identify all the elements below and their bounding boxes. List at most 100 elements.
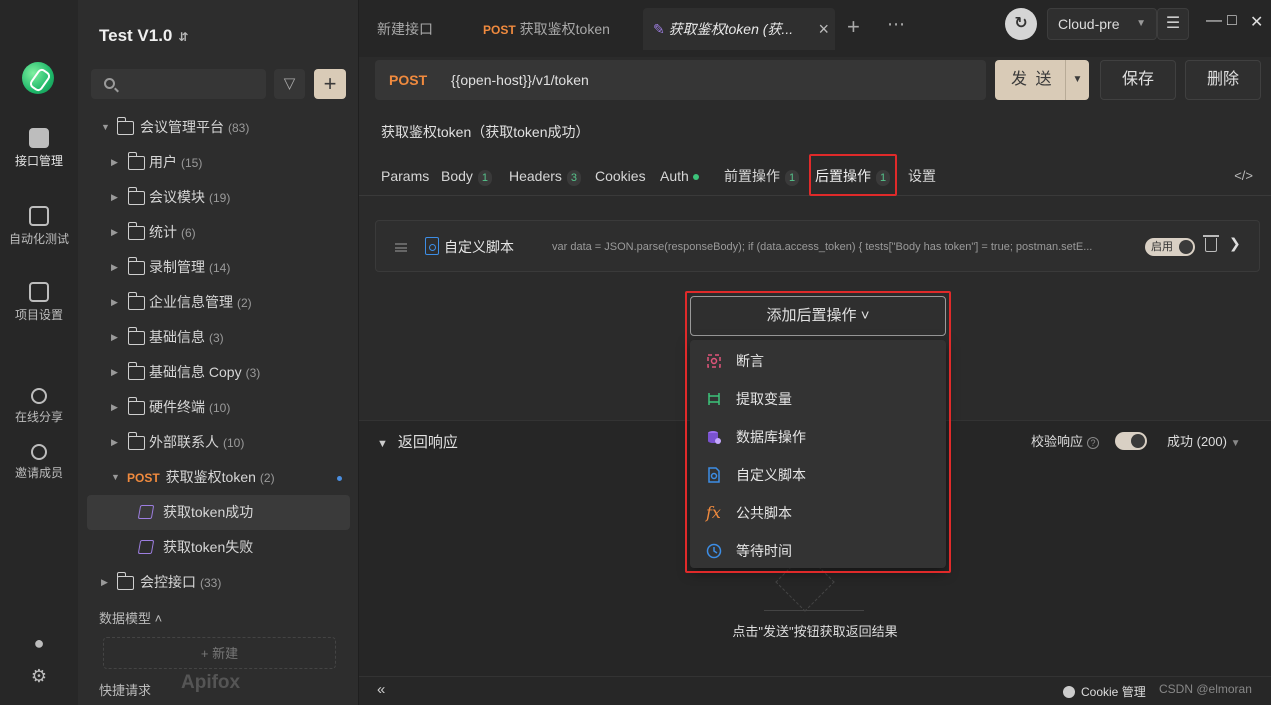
- assertion-icon: [707, 354, 721, 368]
- tree-folder[interactable]: ▶ 企业信息管理 (2): [78, 285, 359, 320]
- request-subtabs: Params Body 1 Headers 3 Cookies Auth 前置操作 1…: [359, 156, 1271, 196]
- add-button[interactable]: +: [314, 69, 346, 99]
- gear-icon[interactable]: ⚙: [29, 666, 49, 686]
- quick-request-section[interactable]: 快捷请求: [99, 680, 151, 699]
- environment-select[interactable]: Cloud-pre ▼: [1047, 8, 1157, 40]
- tab-cookies[interactable]: Cookies: [595, 156, 646, 196]
- tab-auth[interactable]: Auth: [660, 156, 699, 196]
- tree-folder-root[interactable]: ▶ 会控接口 (33): [78, 565, 359, 600]
- drag-handle-icon[interactable]: [395, 243, 407, 252]
- verify-toggle[interactable]: [1115, 432, 1147, 450]
- filter-button[interactable]: ▽: [274, 69, 305, 99]
- caret-right-icon: ▶: [101, 577, 108, 587]
- tab-pre-operations[interactable]: 前置操作 1: [724, 156, 800, 196]
- close-icon[interactable]: ×: [818, 8, 829, 50]
- method-label[interactable]: POST: [389, 60, 427, 100]
- menu-item-custom-script[interactable]: 自定义脚本: [690, 456, 946, 494]
- minimize-icon[interactable]: —: [1206, 12, 1222, 30]
- chevron-updown-icon: ⇵: [178, 30, 189, 44]
- sidebar: Test V1.0 ⇵ ▽ + ▼ 会议管理平台 (83) ▶ 用户 (15) ▶ 会…: [78, 0, 359, 705]
- more-tabs-icon[interactable]: ⋯: [887, 14, 905, 35]
- window-close-icon[interactable]: ✕: [1250, 12, 1263, 32]
- save-button[interactable]: 保存: [1100, 60, 1176, 100]
- status-bar: « Cookie 管理 CSDN @elmoran: [359, 676, 1271, 705]
- caret-right-icon: ▶: [111, 262, 118, 272]
- plus-icon: +: [323, 71, 337, 96]
- unsaved-dot: [337, 476, 342, 481]
- tree-folder[interactable]: ▶ 录制管理 (14): [78, 250, 359, 285]
- tab-get-token-case[interactable]: ✎ 获取鉴权token (获... ×: [643, 8, 835, 50]
- nav-rail: 接口管理 自动化测试 项目设置 在线分享 邀请成员 ● ⚙: [0, 0, 78, 705]
- tab-params[interactable]: Params: [381, 156, 429, 196]
- code-icon[interactable]: </>: [1234, 156, 1253, 196]
- cookie-manager[interactable]: Cookie 管理: [1063, 683, 1146, 700]
- tree-endpoint[interactable]: ▼ POST 获取鉴权token (2): [78, 460, 359, 495]
- folder-icon: [127, 187, 145, 205]
- rail-item-share[interactable]: 在线分享: [0, 388, 78, 425]
- url-bar[interactable]: POST {{open-host}}/v1/token: [375, 60, 986, 100]
- tab-get-token[interactable]: POST 获取鉴权token: [483, 8, 633, 50]
- response-title[interactable]: ▼ 返回响应: [377, 431, 458, 452]
- chevron-down-icon: ▼: [1136, 18, 1146, 29]
- tree-folder[interactable]: ▶ 用户 (15): [78, 145, 359, 180]
- caret-down-icon: ▼: [111, 472, 120, 482]
- rail-item-project-settings[interactable]: 项目设置: [0, 282, 78, 323]
- sync-icon[interactable]: ↻: [1005, 8, 1037, 40]
- menu-item-assertion[interactable]: 断言: [690, 342, 946, 380]
- tree-folder[interactable]: ▶ 外部联系人 (10): [78, 425, 359, 460]
- tree-case-selected[interactable]: 获取token成功: [87, 495, 350, 530]
- menu-icon: ☰: [1165, 15, 1181, 32]
- rail-item-invite[interactable]: 邀请成员: [0, 444, 78, 481]
- tree-folder[interactable]: ▶ 基础信息 (3): [78, 320, 359, 355]
- tab-body[interactable]: Body 1: [441, 156, 493, 196]
- main-panel: 新建接口 POST 获取鉴权token ✎ 获取鉴权token (获... × +…: [359, 0, 1271, 705]
- enable-toggle[interactable]: 启用: [1145, 238, 1195, 256]
- automation-icon: [29, 206, 49, 226]
- tree-folder[interactable]: ▶ 会议模块 (19): [78, 180, 359, 215]
- menu-item-database[interactable]: 数据库操作: [690, 418, 946, 456]
- menu-item-wait-time[interactable]: 等待时间: [690, 532, 946, 570]
- post-operation-item[interactable]: 自定义脚本 var data = JSON.parse(responseBody…: [375, 220, 1260, 272]
- new-tab-plus-icon[interactable]: +: [847, 14, 860, 40]
- folder-icon: [127, 397, 145, 415]
- trash-icon[interactable]: [1203, 235, 1219, 252]
- maximize-icon[interactable]: □: [1227, 12, 1237, 30]
- add-post-operation-button[interactable]: 添加后置操作 ˅: [690, 296, 946, 336]
- caret-right-icon: ▶: [111, 367, 118, 377]
- bell-icon[interactable]: ●: [29, 633, 49, 653]
- chevron-down-icon[interactable]: ▼: [1065, 60, 1089, 100]
- caret-right-icon: ▶: [111, 157, 118, 167]
- new-data-model-button[interactable]: + 新建: [103, 637, 336, 669]
- tab-settings[interactable]: 设置: [908, 156, 936, 196]
- tree-folder[interactable]: ▶ 硬件终端 (10): [78, 390, 359, 425]
- tree-folder-root[interactable]: ▼ 会议管理平台 (83): [78, 110, 359, 145]
- folder-icon: [127, 362, 145, 380]
- menu-item-extract-variable[interactable]: 提取变量: [690, 380, 946, 418]
- extract-variable-icon: [708, 393, 720, 405]
- collapse-sidebar-icon[interactable]: «: [377, 681, 385, 698]
- response-status-select[interactable]: 成功 (200) ▼: [1167, 431, 1241, 450]
- help-icon[interactable]: ?: [1087, 437, 1100, 449]
- url-input[interactable]: {{open-host}}/v1/token: [451, 60, 589, 100]
- share-icon: [31, 388, 47, 404]
- send-button[interactable]: 发 送 ▼: [995, 60, 1089, 100]
- watermark: CSDN @elmoran: [1159, 682, 1252, 696]
- tree-folder[interactable]: ▶ 统计 (6): [78, 215, 359, 250]
- tab-new-api[interactable]: 新建接口: [377, 8, 477, 50]
- menu-item-public-script[interactable]: fx 公共脚本: [690, 494, 946, 532]
- chevron-right-icon[interactable]: ❯: [1229, 235, 1241, 252]
- tree-case[interactable]: 获取token失败: [78, 530, 359, 565]
- rail-item-api-management[interactable]: 接口管理: [0, 128, 78, 169]
- caret-right-icon: ▶: [111, 332, 118, 342]
- environment-menu-button[interactable]: ☰: [1157, 8, 1189, 40]
- project-selector[interactable]: Test V1.0 ⇵: [99, 26, 188, 46]
- data-model-section[interactable]: 数据模型 ˄: [99, 608, 162, 627]
- tab-post-operations[interactable]: 后置操作 1: [815, 156, 891, 196]
- tab-headers[interactable]: Headers 3: [509, 156, 582, 196]
- rail-item-automation[interactable]: 自动化测试: [0, 206, 78, 247]
- tree-folder[interactable]: ▶ 基础信息 Copy (3): [78, 355, 359, 390]
- delete-button[interactable]: 删除: [1185, 60, 1261, 100]
- folder-icon: [127, 257, 145, 275]
- script-icon: [425, 237, 439, 255]
- search-input[interactable]: [91, 69, 266, 99]
